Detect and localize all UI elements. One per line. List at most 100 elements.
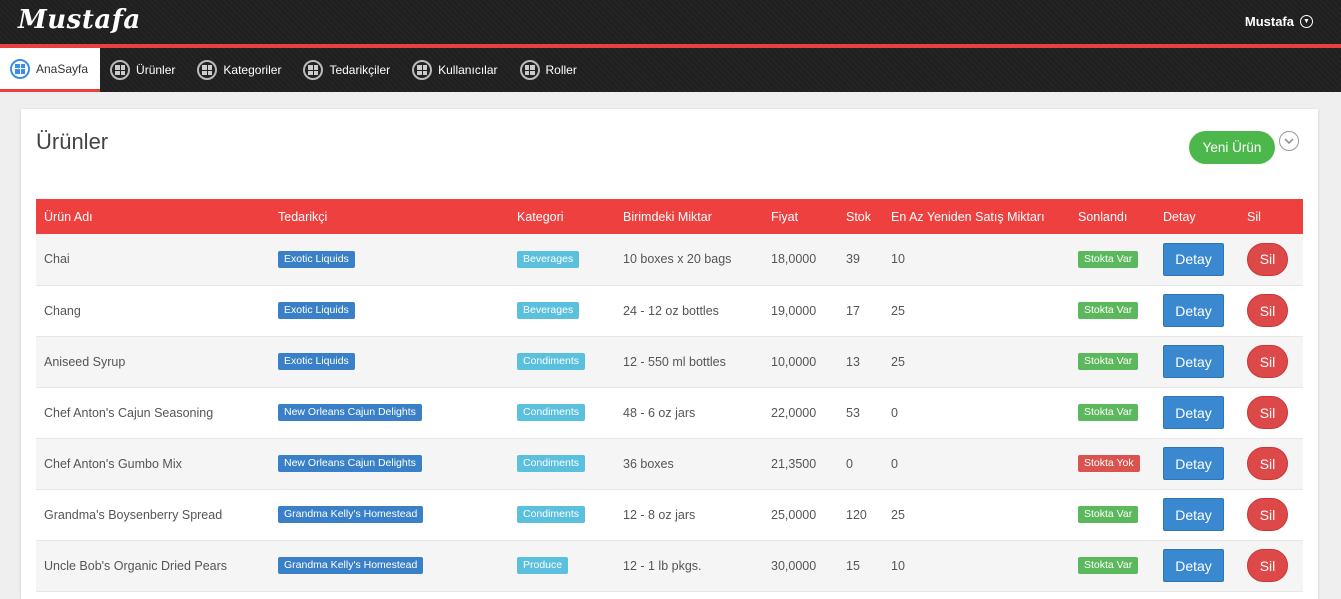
unit-quantity: 10 boxes x 20 bags: [623, 252, 732, 267]
main-nav: AnaSayfa Ürünler Kategoriler Tedarikçiler Ku…: [0, 48, 1341, 92]
nav-item-label: Ürünler: [136, 63, 176, 77]
column-header: Tedarikçi: [278, 209, 328, 224]
delete-button[interactable]: Sil: [1247, 242, 1288, 276]
supplier-label: Exotic Liquids: [278, 302, 355, 319]
stock: 120: [846, 507, 867, 522]
grid-icon: [412, 60, 433, 80]
table-row: Chef Anton's Cajun Seasoning New Orleans …: [36, 387, 1303, 438]
stock: 0: [846, 456, 853, 471]
price: 18,0000: [771, 252, 817, 267]
detail-button[interactable]: Detay: [1163, 294, 1224, 327]
table-row: Chef Anton's Gumbo Mix New Orleans Cajun …: [36, 438, 1303, 489]
new-product-button[interactable]: Yeni Ürün: [1189, 131, 1275, 164]
category-label: Beverages: [517, 302, 580, 319]
grid-icon: [10, 58, 30, 79]
product-name: Chai: [44, 252, 70, 267]
detail-button[interactable]: Detay: [1163, 242, 1224, 276]
nav-item-label: AnaSayfa: [36, 61, 89, 76]
price: 10,0000: [771, 354, 817, 369]
column-header: En Az Yeniden Satış Miktarı: [891, 209, 1045, 224]
category-label: Condiments: [517, 353, 586, 370]
nav-item-5[interactable]: Roller: [510, 48, 589, 92]
top-header: Mustafa Mustafa ▼: [0, 0, 1341, 48]
products-table: Ürün Adı Tedarikçi Kategori Birimdeki Mikta…: [36, 199, 1303, 592]
brand-logo[interactable]: Mustafa: [18, 5, 141, 35]
price: 30,0000: [771, 558, 817, 573]
supplier-label: Exotic Liquids: [278, 250, 355, 268]
column-header: Fiyat: [771, 209, 799, 224]
nav-item-3[interactable]: Tedarikçiler: [293, 48, 402, 92]
chevron-down-icon: ▼: [1300, 15, 1313, 28]
detail-button[interactable]: Detay: [1163, 396, 1224, 429]
delete-button[interactable]: Sil: [1247, 396, 1288, 429]
stock: 39: [846, 252, 860, 267]
price: 21,3500: [771, 456, 817, 471]
reorder-level: 25: [891, 303, 905, 318]
delete-button[interactable]: Sil: [1247, 447, 1288, 480]
unit-quantity: 12 - 1 lb pkgs.: [623, 558, 702, 573]
nav-item-1[interactable]: Ürünler: [100, 48, 187, 92]
column-header: Birimdeki Miktar: [623, 209, 712, 224]
table-row: Aniseed Syrup Exotic Liquids Condiments 12 …: [36, 336, 1303, 387]
category-label: Condiments: [517, 404, 586, 421]
detail-button[interactable]: Detay: [1163, 498, 1224, 531]
table-row: Chai Exotic Liquids Beverages 10 boxes x 20…: [36, 234, 1303, 285]
product-name: Uncle Bob's Organic Dried Pears: [44, 558, 228, 573]
status-badge: Stokta Var: [1078, 353, 1139, 370]
column-header: Detay: [1163, 209, 1196, 224]
detail-button[interactable]: Detay: [1163, 345, 1224, 378]
detail-button[interactable]: Detay: [1163, 447, 1224, 480]
price: 19,0000: [771, 303, 817, 318]
product-name: Chef Anton's Cajun Seasoning: [44, 405, 214, 420]
nav-item-2[interactable]: Kategoriler: [187, 48, 293, 92]
table-header-row: Ürün Adı Tedarikçi Kategori Birimdeki Mikta…: [36, 199, 1303, 234]
status-badge: Stokta Yok: [1078, 455, 1140, 472]
status-badge: Stokta Var: [1078, 404, 1139, 421]
delete-button[interactable]: Sil: [1247, 345, 1288, 378]
collapse-icon[interactable]: [1279, 131, 1299, 151]
category-label: Condiments: [517, 455, 586, 472]
status-badge: Stokta Var: [1078, 557, 1139, 574]
stock: 17: [846, 303, 860, 318]
nav-item-label: Kategoriler: [223, 63, 282, 77]
detail-button[interactable]: Detay: [1163, 549, 1224, 582]
category-label: Beverages: [517, 250, 580, 268]
column-header: Sonlandı: [1078, 209, 1128, 224]
unit-quantity: 12 - 550 ml bottles: [623, 354, 726, 369]
reorder-level: 0: [891, 456, 898, 471]
user-name: Mustafa: [1244, 14, 1294, 29]
delete-button[interactable]: Sil: [1247, 549, 1288, 582]
column-header: Kategori: [517, 209, 564, 224]
stock: 13: [846, 354, 860, 369]
nav-item-0[interactable]: AnaSayfa: [0, 48, 101, 92]
reorder-level: 10: [891, 558, 905, 573]
grid-icon: [519, 60, 540, 80]
table-row: Chang Exotic Liquids Beverages 24 - 12 oz b…: [36, 285, 1303, 336]
delete-button[interactable]: Sil: [1247, 498, 1288, 531]
column-header: Sil: [1247, 209, 1261, 224]
supplier-label: New Orleans Cajun Delights: [278, 404, 422, 421]
delete-button[interactable]: Sil: [1247, 294, 1288, 327]
supplier-label: Grandma Kelly's Homestead: [278, 557, 424, 574]
grid-icon: [197, 60, 218, 80]
price: 22,0000: [771, 405, 817, 420]
nav-item-label: Kullanıcılar: [438, 63, 498, 77]
nav-item-label: Tedarikçiler: [329, 63, 391, 77]
status-badge: Stokta Var: [1078, 250, 1139, 268]
unit-quantity: 48 - 6 oz jars: [623, 405, 696, 420]
user-menu[interactable]: Mustafa ▼: [1245, 14, 1313, 29]
column-header: Ürün Adı: [44, 209, 93, 224]
supplier-label: New Orleans Cajun Delights: [278, 455, 422, 472]
reorder-level: 0: [891, 405, 898, 420]
unit-quantity: 24 - 12 oz bottles: [623, 303, 719, 318]
unit-quantity: 12 - 8 oz jars: [623, 507, 696, 522]
column-header: Stok: [846, 209, 872, 224]
category-label: Condiments: [517, 506, 586, 523]
reorder-level: 10: [891, 252, 905, 267]
product-name: Chang: [44, 303, 81, 318]
reorder-level: 25: [891, 507, 905, 522]
nav-item-4[interactable]: Kullanıcılar: [402, 48, 509, 92]
nav-item-label: Roller: [545, 63, 577, 77]
table-row: Uncle Bob's Organic Dried Pears Grandma K…: [36, 540, 1303, 591]
product-name: Aniseed Syrup: [44, 354, 126, 369]
